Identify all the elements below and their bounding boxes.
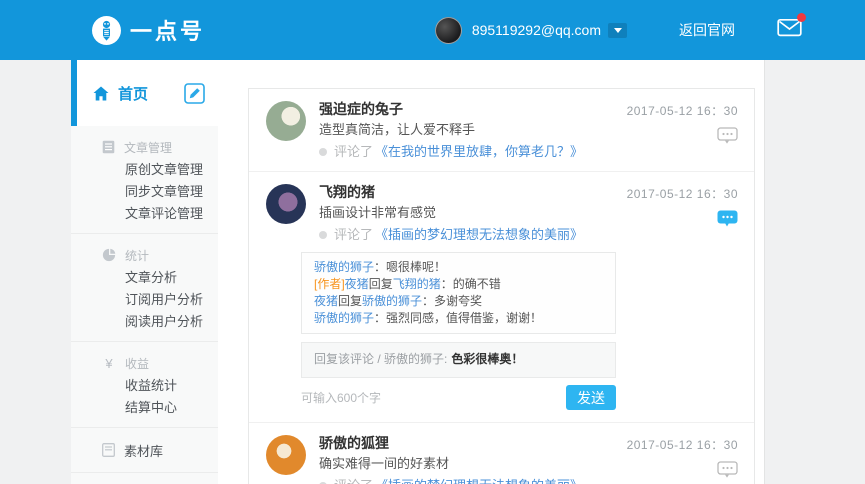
comment-item: 飞翔的猪 插画设计非常有感觉 评论了 《插画的梦幻理想无法想象的美丽》 骄傲的狮… bbox=[249, 172, 754, 423]
reply-button-active[interactable] bbox=[717, 210, 738, 232]
article-link[interactable]: 《插画的梦幻理想无法想象的美丽》 bbox=[375, 477, 583, 484]
bullet-dot-icon bbox=[319, 148, 327, 156]
sidebar-item-original-articles[interactable]: 原创文章管理 bbox=[71, 159, 218, 181]
compose-button[interactable] bbox=[184, 83, 205, 104]
section-title: 收益 bbox=[125, 355, 149, 372]
reply-text: ：的确不错 bbox=[441, 277, 501, 291]
comment-bubble-icon bbox=[717, 127, 738, 144]
reply-author: 夜猪 bbox=[314, 294, 338, 308]
sidebar-item-settlement-center[interactable]: 结算中心 bbox=[71, 397, 218, 419]
sidebar-section-articles: 文章管理 原创文章管理 同步文章管理 文章评论管理 bbox=[71, 126, 218, 234]
app-window: 一点号 895119292@qq.com 返回官网 首页 bbox=[0, 0, 865, 484]
bullet-dot-icon bbox=[319, 231, 327, 239]
comment-timestamp: 2017-05-12 16：30 bbox=[627, 185, 738, 202]
pie-chart-icon bbox=[102, 248, 116, 262]
sidebar-section-stats: 统计 文章分析 订阅用户分析 阅读用户分析 bbox=[71, 234, 218, 342]
comment-text: 确实难得一间的好素材 bbox=[319, 455, 618, 473]
yen-icon: ¥ bbox=[102, 356, 116, 371]
back-to-site-link[interactable]: 返回官网 bbox=[679, 20, 735, 40]
comment-text: 造型真简洁，让人爱不释手 bbox=[319, 121, 618, 139]
comment-timestamp: 2017-05-12 16：30 bbox=[627, 436, 738, 453]
article-link[interactable]: 《在我的世界里放肆，你算老几？》 bbox=[375, 143, 583, 161]
comment-bubble-icon bbox=[717, 461, 738, 478]
sidebar: 首页 文章管理 原创文章管理 同步文章管理 文章评论管理 bbox=[71, 60, 218, 484]
sidebar-item-revenue-stats[interactable]: 收益统计 bbox=[71, 375, 218, 397]
messages-button[interactable] bbox=[777, 18, 802, 42]
chevron-down-icon bbox=[614, 28, 622, 33]
top-header: 一点号 895119292@qq.com 返回官网 bbox=[0, 0, 865, 60]
sidebar-item-circles[interactable]: 圈子 bbox=[71, 473, 218, 484]
sidebar-section-revenue: ¥ 收益 收益统计 结算中心 bbox=[71, 342, 218, 428]
brand-logo[interactable]: 一点号 bbox=[92, 14, 205, 46]
comment-item: 强迫症的兔子 造型真简洁，让人爱不释手 评论了 《在我的世界里放肆，你算老几？》… bbox=[249, 89, 754, 172]
thread-reply: 夜猪回复骄傲的狮子：多谢夸奖 bbox=[314, 293, 603, 310]
action-label: 评论了 bbox=[334, 477, 373, 484]
brand-title: 一点号 bbox=[130, 14, 205, 46]
section-title: 统计 bbox=[125, 247, 149, 264]
action-label: 评论了 bbox=[334, 143, 373, 161]
reply-thread: 骄傲的狮子：嗯很棒呢！ [作者]夜猪回复飞翔的猪：的确不错 夜猪回复骄傲的狮子：… bbox=[301, 252, 616, 334]
reply-verb: 回复 bbox=[338, 294, 362, 308]
thread-reply: 骄傲的狮子：嗯很棒呢！ bbox=[314, 259, 603, 276]
comments-card: 强迫症的兔子 造型真简洁，让人爱不释手 评论了 《在我的世界里放肆，你算老几？》… bbox=[248, 88, 755, 484]
comment-bubble-active-icon bbox=[717, 210, 738, 227]
sidebar-item-material-library[interactable]: 素材库 bbox=[71, 428, 218, 473]
comment-timestamp: 2017-05-12 16：30 bbox=[627, 102, 738, 119]
reply-text: ：强烈同感，值得借鉴，谢谢！ bbox=[374, 311, 542, 325]
article-link[interactable]: 《插画的梦幻理想无法想象的美丽》 bbox=[375, 226, 583, 244]
notification-dot bbox=[797, 13, 806, 22]
send-button[interactable]: 发送 bbox=[566, 385, 616, 410]
user-menu-toggle[interactable] bbox=[608, 23, 627, 38]
user-avatar[interactable] bbox=[435, 17, 462, 44]
reply-button[interactable] bbox=[717, 461, 738, 483]
material-icon bbox=[102, 443, 115, 457]
sidebar-item-article-comments[interactable]: 文章评论管理 bbox=[71, 203, 218, 225]
commenter-name: 飞翔的猪 bbox=[319, 184, 618, 201]
section-header: 统计 bbox=[71, 243, 218, 267]
reply-target: 骄傲的狮子 bbox=[362, 294, 422, 308]
action-label: 评论了 bbox=[334, 226, 373, 244]
comment-item: 骄傲的狐狸 确实难得一间的好素材 评论了 《插画的梦幻理想无法想象的美丽》 20… bbox=[249, 423, 754, 484]
sidebar-home-label: 首页 bbox=[118, 83, 148, 104]
user-email: 895119292@qq.com bbox=[472, 22, 601, 38]
thread-reply: [作者]夜猪回复飞翔的猪：的确不错 bbox=[314, 276, 603, 293]
commenter-name: 骄傲的狐狸 bbox=[319, 435, 618, 452]
reply-value: 色彩很棒奥！ bbox=[451, 352, 523, 366]
pen-icon bbox=[184, 83, 205, 104]
reply-text: ：嗯很棒呢！ bbox=[374, 260, 446, 274]
reply-author: 骄傲的狮子 bbox=[314, 311, 374, 325]
commenter-avatar bbox=[266, 101, 306, 141]
reply-target: 飞翔的猪 bbox=[393, 277, 441, 291]
reply-author: 骄傲的狮子 bbox=[314, 260, 374, 274]
char-counter: 可输入600个字 bbox=[301, 389, 381, 406]
sidebar-item-synced-articles[interactable]: 同步文章管理 bbox=[71, 181, 218, 203]
comment-text: 插画设计非常有感觉 bbox=[319, 204, 618, 222]
section-header: 文章管理 bbox=[71, 135, 218, 159]
reply-text: ：多谢夸奖 bbox=[422, 294, 482, 308]
sidebar-item-article-analysis[interactable]: 文章分析 bbox=[71, 267, 218, 289]
sidebar-item-reader-analysis[interactable]: 阅读用户分析 bbox=[71, 311, 218, 333]
home-icon bbox=[93, 86, 109, 101]
logo-icon bbox=[92, 16, 121, 45]
sidebar-item-home[interactable]: 首页 bbox=[71, 60, 218, 126]
section-title: 文章管理 bbox=[124, 139, 172, 156]
reply-context: 回复该评论 / 骄傲的狮子: bbox=[314, 352, 447, 366]
commenter-avatar bbox=[266, 184, 306, 224]
sidebar-item-subscriber-analysis[interactable]: 订阅用户分析 bbox=[71, 289, 218, 311]
reply-button[interactable] bbox=[717, 127, 738, 149]
reply-input[interactable]: 回复该评论 / 骄傲的狮子: 色彩很棒奥！ bbox=[301, 342, 616, 378]
author-tag: [作者] bbox=[314, 277, 345, 291]
section-header: ¥ 收益 bbox=[71, 351, 218, 375]
sidebar-extra-label: 素材库 bbox=[124, 441, 163, 460]
reply-verb: 回复 bbox=[369, 277, 393, 291]
main-panel: 强迫症的兔子 造型真简洁，让人爱不释手 评论了 《在我的世界里放肆，你算老几？》… bbox=[218, 60, 765, 484]
reply-author: 夜猪 bbox=[345, 277, 369, 291]
commenter-avatar bbox=[266, 435, 306, 475]
commenter-name: 强迫症的兔子 bbox=[319, 101, 618, 118]
document-icon bbox=[102, 140, 115, 154]
thread-reply: 骄傲的狮子：强烈同感，值得借鉴，谢谢！ bbox=[314, 310, 603, 327]
